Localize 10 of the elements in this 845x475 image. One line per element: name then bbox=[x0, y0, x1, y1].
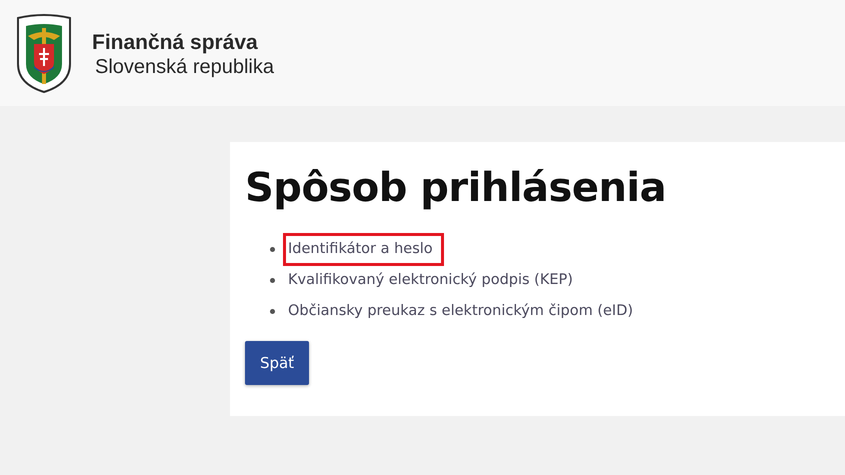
login-option-link[interactable]: Kvalifikovaný elektronický podpis (KEP) bbox=[283, 264, 584, 298]
bullet-icon bbox=[270, 309, 275, 314]
site-title: Finančná správa bbox=[92, 30, 259, 56]
site-subtitle: Slovenská republika bbox=[94, 55, 274, 80]
page-heading: Spôsob prihlásenia bbox=[245, 164, 668, 212]
bullet-icon bbox=[270, 278, 275, 283]
back-button[interactable]: Späť bbox=[245, 341, 309, 385]
login-option-link[interactable]: Občiansky preukaz s elektronickým čipom (eID) bbox=[283, 294, 644, 328]
login-option-link[interactable]: Identifikátor a heslo bbox=[283, 232, 444, 266]
bullet-icon bbox=[270, 247, 275, 252]
